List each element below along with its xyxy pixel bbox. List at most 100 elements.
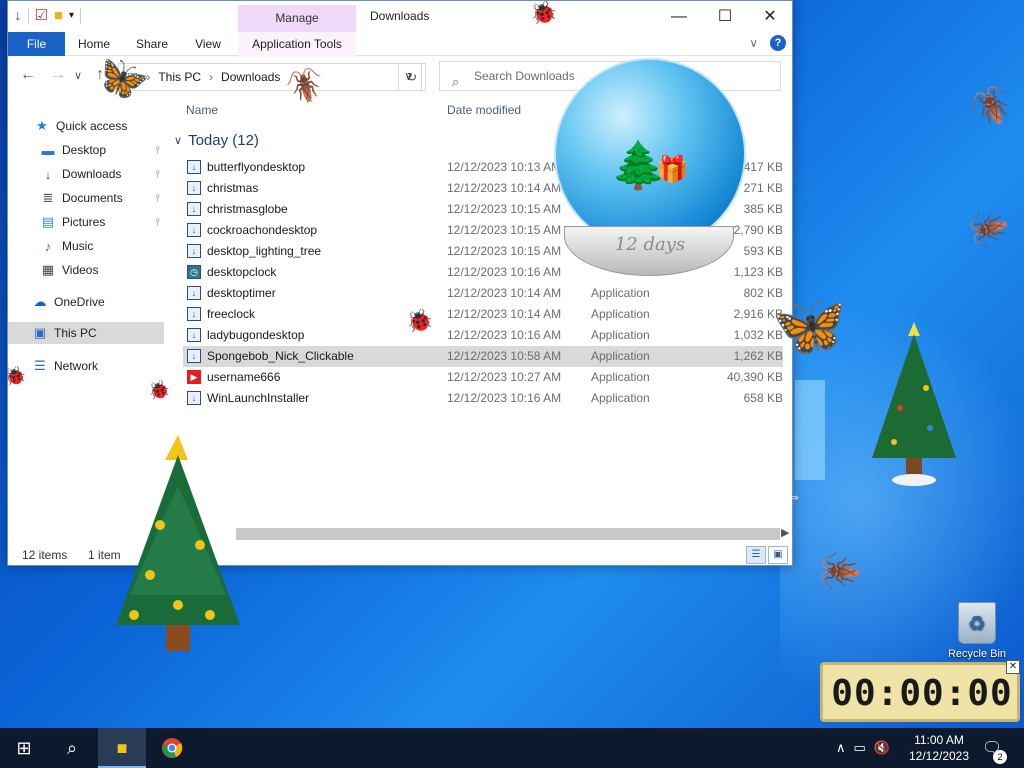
details-view-icon[interactable]: ☰ xyxy=(746,546,766,564)
cockroach-icon[interactable]: 🪳 xyxy=(962,202,1015,256)
expand-ribbon-icon[interactable]: ∨ xyxy=(749,36,758,50)
sidebar-item-downloads[interactable]: ↓ Downloads ⫯ xyxy=(40,163,164,185)
network-status-icon[interactable]: ▭ xyxy=(854,740,866,756)
chrome-taskbar-icon[interactable] xyxy=(148,728,196,768)
cockroach-icon[interactable]: 🪳 xyxy=(964,80,1018,132)
group-header-today[interactable]: ∨ Today (12) xyxy=(174,132,259,149)
sidebar-item-network[interactable]: ☰ Network xyxy=(32,355,164,377)
timer-display: 00:00:00 xyxy=(831,673,1013,714)
list-item[interactable]: ↓ ladybugondesktop 12/12/2023 10:16 AM A… xyxy=(183,325,783,346)
pin-icon: ⫯ xyxy=(155,144,160,156)
volume-muted-icon[interactable]: 🔇 xyxy=(874,740,890,756)
breadcrumb-downloads[interactable]: Downloads xyxy=(221,70,280,84)
file-name: desktopclock xyxy=(207,265,277,279)
help-icon[interactable]: ? xyxy=(770,35,786,51)
search-button[interactable]: ⌕ xyxy=(48,728,96,768)
clock-time: 11:00 AM xyxy=(914,733,964,747)
sidebar-item-videos[interactable]: ▦ Videos xyxy=(40,259,164,281)
app-installer-icon: ↓ xyxy=(187,391,201,405)
decorated-christmas-tree[interactable] xyxy=(866,318,962,490)
list-item-selected[interactable]: ↓ Spongebob_Nick_Clickable 12/12/2023 10… xyxy=(183,346,783,367)
taskbar-clock[interactable]: 11:00 AM 12/12/2023 xyxy=(900,732,978,764)
refresh-button[interactable]: ↻ xyxy=(398,63,426,91)
forward-arrow-icon[interactable]: → xyxy=(50,66,66,84)
close-icon[interactable]: ✕ xyxy=(1006,660,1020,674)
maximize-button[interactable]: ☐ xyxy=(702,3,748,31)
ladybug-icon[interactable]: 🐞 xyxy=(406,308,433,334)
sidebar-item-documents[interactable]: ≣ Documents ⫯ xyxy=(40,187,164,209)
sidebar-item-label: OneDrive xyxy=(54,295,105,309)
sidebar-item-music[interactable]: ♪ Music xyxy=(40,235,164,257)
tab-file[interactable]: File xyxy=(8,32,65,56)
ladybug-icon[interactable]: 🐞 xyxy=(530,0,557,26)
column-header-name[interactable]: Name xyxy=(186,99,218,121)
column-header-date-modified[interactable]: Date modified xyxy=(447,99,521,121)
snow-globe-widget[interactable]: 🌲 🎁 12 days xyxy=(550,58,750,280)
close-button[interactable]: ✕ xyxy=(747,3,793,31)
file-date: 12/12/2023 10:14 AM xyxy=(447,286,562,300)
new-folder-icon[interactable]: ■ xyxy=(54,6,63,26)
chevron-down-icon[interactable]: ▾ xyxy=(69,6,74,26)
clock-date: 12/12/2023 xyxy=(908,749,970,763)
recent-locations-chevron-icon[interactable]: ∨ xyxy=(74,69,82,82)
list-item[interactable]: ↓ freeclock 12/12/2023 10:14 AM Applicat… xyxy=(183,304,783,325)
sidebar-item-pictures[interactable]: ▤ Pictures ⫯ xyxy=(40,211,164,233)
back-arrow-icon[interactable]: ← xyxy=(20,66,36,84)
scroll-right-arrow-icon[interactable]: ▶ xyxy=(781,526,789,539)
file-date: 12/12/2023 10:58 AM xyxy=(447,349,562,363)
music-note-icon: ♪ xyxy=(44,238,52,254)
computer-icon: ▣ xyxy=(33,325,47,340)
sidebar-item-this-pc[interactable]: ▣ This PC xyxy=(8,322,164,344)
ribbon-right-controls: ∨ ? xyxy=(749,35,786,51)
breadcrumb-this-pc[interactable]: This PC xyxy=(158,70,201,84)
system-tray: ∧ ▭ 🔇 xyxy=(836,728,890,768)
app-installer-icon: ↓ xyxy=(187,286,201,300)
sidebar-item-onedrive[interactable]: ☁ OneDrive xyxy=(32,291,164,313)
network-icon: ☰ xyxy=(34,358,46,373)
file-date: 12/12/2023 10:16 AM xyxy=(447,391,562,405)
sidebar-item-label: Quick access xyxy=(56,119,128,133)
taskbar: ⊞ ⌕ ■ ∧ ▭ 🔇 11:00 AM 12/12/2023 🗨 2 xyxy=(0,728,1024,768)
notification-count-badge: 2 xyxy=(993,750,1007,764)
horizontal-scrollbar[interactable] xyxy=(236,528,780,540)
file-name: desktoptimer xyxy=(207,286,276,300)
sidebar-item-label: Videos xyxy=(62,263,99,277)
chevron-up-icon[interactable]: ∧ xyxy=(836,740,846,756)
title-bar[interactable]: ↓ ☑ ■ ▾ Manage Downloads — ☐ ✕ xyxy=(8,1,792,32)
app-installer-icon: ↓ xyxy=(187,328,201,342)
file-date: 12/12/2023 10:15 AM xyxy=(447,244,562,258)
list-item[interactable]: ↓ desktoptimer 12/12/2023 10:14 AM Appli… xyxy=(183,283,783,304)
tab-view[interactable]: View xyxy=(190,32,226,56)
file-size: 658 KB xyxy=(743,391,783,405)
minimize-button[interactable]: — xyxy=(656,3,702,31)
tab-manage[interactable]: Manage xyxy=(238,5,356,32)
resize-cursor-icon: ⇔ xyxy=(784,486,802,506)
properties-icon[interactable]: ☑ xyxy=(35,6,48,26)
large-icons-view-icon[interactable]: ▣ xyxy=(768,546,788,564)
app-installer-icon: ↓ xyxy=(187,349,201,363)
butterfly-icon[interactable]: 🦋 xyxy=(772,290,847,361)
sidebar-item-desktop[interactable]: ▬ Desktop ⫯ xyxy=(40,139,164,161)
list-item[interactable]: ↓ WinLaunchInstaller 12/12/2023 10:16 AM… xyxy=(183,388,783,409)
download-arrow-icon[interactable]: ↓ xyxy=(14,6,22,26)
windows-start-button[interactable]: ⊞ xyxy=(0,728,48,768)
file-date: 12/12/2023 10:13 AM xyxy=(447,160,562,174)
lighted-christmas-tree[interactable] xyxy=(90,425,260,670)
list-item[interactable]: ▶ username666 12/12/2023 10:27 AM Applic… xyxy=(183,367,783,388)
tab-application-tools[interactable]: Application Tools xyxy=(238,32,356,56)
file-name: christmasglobe xyxy=(207,202,288,216)
ladybug-icon[interactable]: 🐞 xyxy=(4,366,26,387)
star-icon xyxy=(165,435,188,460)
file-date: 12/12/2023 10:15 AM xyxy=(447,202,562,216)
ladybug-icon[interactable]: 🐞 xyxy=(148,380,170,401)
app-installer-icon: ↓ xyxy=(187,181,201,195)
file-explorer-taskbar-icon[interactable]: ■ xyxy=(98,728,146,768)
sidebar-item-quick-access[interactable]: ★ Quick access xyxy=(34,115,190,137)
address-bar[interactable]: ▣ › This PC › Downloads ∨ xyxy=(118,63,422,91)
pin-icon: ⫯ xyxy=(155,216,160,228)
file-name: WinLaunchInstaller xyxy=(207,391,310,405)
desktop-timer-widget[interactable]: 00:00:00 ✕ xyxy=(820,660,1020,722)
recycle-bin-shortcut[interactable]: ♻ Recycle Bin xyxy=(944,602,1010,660)
tab-share[interactable]: Share xyxy=(132,32,172,56)
gift-icon: 🎁 xyxy=(656,154,689,184)
